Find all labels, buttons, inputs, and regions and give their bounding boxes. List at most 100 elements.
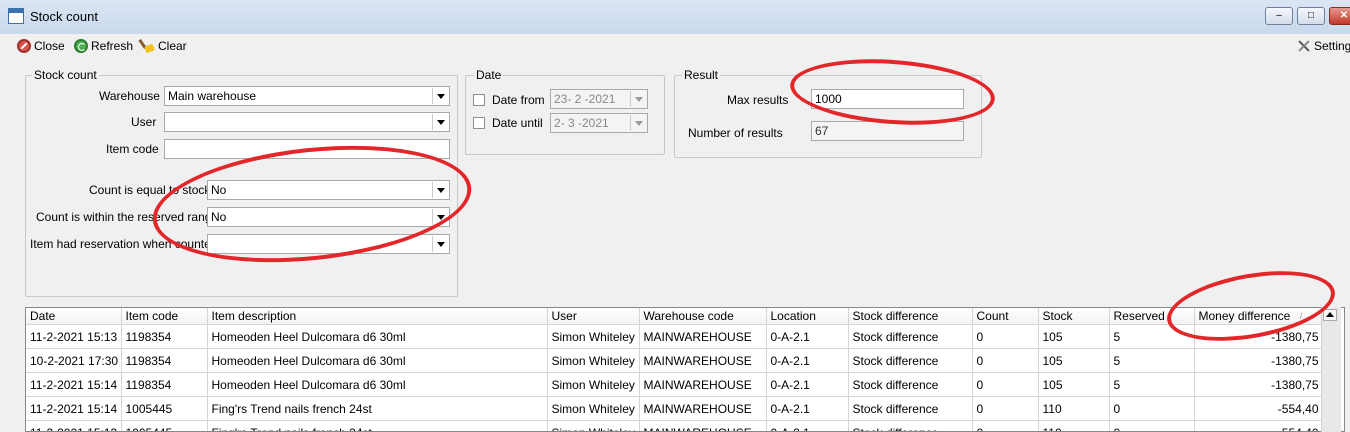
date-until-checkbox[interactable] xyxy=(473,117,485,129)
calendar-dropdown-icon[interactable] xyxy=(630,91,646,107)
column-header[interactable]: Item description xyxy=(207,308,548,325)
tools-icon xyxy=(1295,39,1311,53)
results-table: Date Item code Item description User Warehou… xyxy=(26,308,1324,431)
column-header[interactable]: Count xyxy=(972,308,1039,325)
date-from-value: 23- 2 -2021 xyxy=(554,92,616,106)
table-cell: MAINWAREHOUSE xyxy=(639,396,767,421)
date-from-checkbox[interactable] xyxy=(473,94,485,106)
table-cell: Stock difference xyxy=(848,396,973,421)
date-from-picker[interactable]: 23- 2 -2021 xyxy=(550,89,648,109)
table-cell: 11-2-2021 15:14 xyxy=(26,396,122,421)
table-row[interactable]: 10-2-2021 17:30 1198354 Homeoden Heel Dulc… xyxy=(26,348,1324,373)
date-from-label: Date from xyxy=(492,93,545,107)
table-cell: 11-2-2021 15:14 xyxy=(26,372,122,397)
vertical-scrollbar[interactable] xyxy=(1321,307,1341,432)
table-cell: 0-A-2.1 xyxy=(766,396,849,421)
refresh-icon xyxy=(74,39,88,53)
column-header[interactable]: Date xyxy=(26,308,122,325)
toolbar xyxy=(0,34,1350,58)
date-until-picker[interactable]: 2- 3 -2021 xyxy=(550,113,648,133)
table-cell: MAINWAREHOUSE xyxy=(639,420,767,431)
table-cell: 0 xyxy=(1109,420,1195,431)
table-cell: Homeoden Heel Dulcomara d6 30ml xyxy=(207,348,548,373)
table-cell: 0-A-2.1 xyxy=(766,348,849,373)
table-row[interactable]: 11-2-2021 15:14 1198354 Homeoden Heel Dulc… xyxy=(26,372,1324,397)
user-select[interactable] xyxy=(164,112,450,132)
warehouse-select[interactable]: Main warehouse xyxy=(164,86,450,106)
column-header[interactable]: Money difference / xyxy=(1194,308,1324,325)
count-reserved-select[interactable]: No xyxy=(207,207,450,227)
date-legend: Date xyxy=(474,68,504,82)
column-header[interactable]: Reserved xyxy=(1109,308,1195,325)
table-cell: Simon Whiteley xyxy=(547,420,640,431)
table-cell: Stock difference xyxy=(848,420,973,431)
max-results-value: 1000 xyxy=(815,92,842,106)
table-cell: -1380,75 xyxy=(1194,348,1324,373)
max-results-label: Max results xyxy=(727,93,789,107)
column-header[interactable]: Stock xyxy=(1038,308,1110,325)
table-cell: 10-2-2021 17:30 xyxy=(26,348,122,373)
table-cell: 0-A-2.1 xyxy=(766,420,849,431)
maximize-button[interactable]: □ xyxy=(1297,7,1325,25)
table-cell: Fing'rs Trend nails french 24st xyxy=(207,396,548,421)
number-of-results-field: 67 xyxy=(811,121,964,141)
table-cell: 0 xyxy=(972,396,1039,421)
max-results-input[interactable]: 1000 xyxy=(811,89,964,109)
table-row[interactable]: 11-2-2021 15:13 1198354 Homeoden Heel Dulc… xyxy=(26,324,1324,349)
title-bar xyxy=(0,0,1350,35)
close-button[interactable]: Close xyxy=(17,38,65,54)
table-cell: Stock difference xyxy=(848,372,973,397)
refresh-button[interactable]: Refresh xyxy=(74,38,133,54)
window-close-button[interactable]: ✕ xyxy=(1329,7,1350,25)
column-header[interactable]: Stock difference xyxy=(848,308,973,325)
table-row[interactable]: 11-2-2021 15:14 1005445 Fing'rs Trend nail… xyxy=(26,396,1324,421)
refresh-label: Refresh xyxy=(91,39,134,53)
column-header[interactable]: User xyxy=(547,308,640,325)
table-cell: 11-2-2021 15:13 xyxy=(26,420,122,431)
table-cell: -554,40 xyxy=(1194,396,1324,421)
table-cell: 1005445 xyxy=(121,396,208,421)
count-equal-label: Count is equal to stock xyxy=(89,183,211,197)
table-row[interactable]: 11-2-2021 15:131005445Fing'rs Trend nail… xyxy=(26,420,1324,431)
count-equal-select[interactable]: No xyxy=(207,180,450,200)
minimize-button[interactable]: – xyxy=(1265,7,1293,25)
table-cell: 1005445 xyxy=(121,420,208,431)
chevron-down-icon[interactable] xyxy=(432,182,448,198)
reservation-select[interactable] xyxy=(207,234,450,254)
chevron-down-icon[interactable] xyxy=(432,209,448,225)
table-cell: 5 xyxy=(1109,324,1195,349)
scroll-up-arrow-icon[interactable] xyxy=(1323,309,1337,321)
table-cell: Homeoden Heel Dulcomara d6 30ml xyxy=(207,324,548,349)
warehouse-value: Main warehouse xyxy=(168,89,257,103)
table-cell: 0-A-2.1 xyxy=(766,372,849,397)
table-cell: MAINWAREHOUSE xyxy=(639,324,767,349)
table-cell: Simon Whiteley xyxy=(547,372,640,397)
clear-label: Clear xyxy=(158,39,187,53)
chevron-down-icon[interactable] xyxy=(432,88,448,104)
table-cell: 1198354 xyxy=(121,324,208,349)
table-body: 11-2-2021 15:13 1198354 Homeoden Heel Dulc… xyxy=(26,324,1324,431)
column-header[interactable]: Location xyxy=(766,308,849,325)
date-until-value: 2- 3 -2021 xyxy=(554,116,609,130)
item-code-label: Item code xyxy=(106,142,159,156)
item-code-field[interactable] xyxy=(164,139,450,159)
column-header[interactable]: Warehouse code xyxy=(639,308,767,325)
chevron-down-icon[interactable] xyxy=(432,114,448,130)
result-legend: Result xyxy=(682,68,721,82)
table-cell: MAINWAREHOUSE xyxy=(639,348,767,373)
table-cell: 0-A-2.1 xyxy=(766,324,849,349)
close-icon xyxy=(17,39,31,53)
column-header[interactable]: Item code xyxy=(121,308,208,325)
calendar-dropdown-icon[interactable] xyxy=(630,115,646,131)
table-cell: Stock difference xyxy=(848,348,973,373)
window-title: Stock count xyxy=(30,9,98,24)
clear-button[interactable]: Clear xyxy=(139,38,187,54)
settings-label: Settings xyxy=(1314,39,1350,53)
table-cell: 0 xyxy=(972,348,1039,373)
table-cell: 0 xyxy=(972,372,1039,397)
settings-button[interactable]: Settings xyxy=(1295,38,1350,54)
chevron-down-icon[interactable] xyxy=(432,236,448,252)
count-reserved-label: Count is within the reserved range xyxy=(36,210,219,224)
table-cell: Homeoden Heel Dulcomara d6 30ml xyxy=(207,372,548,397)
window-icon xyxy=(8,8,24,24)
